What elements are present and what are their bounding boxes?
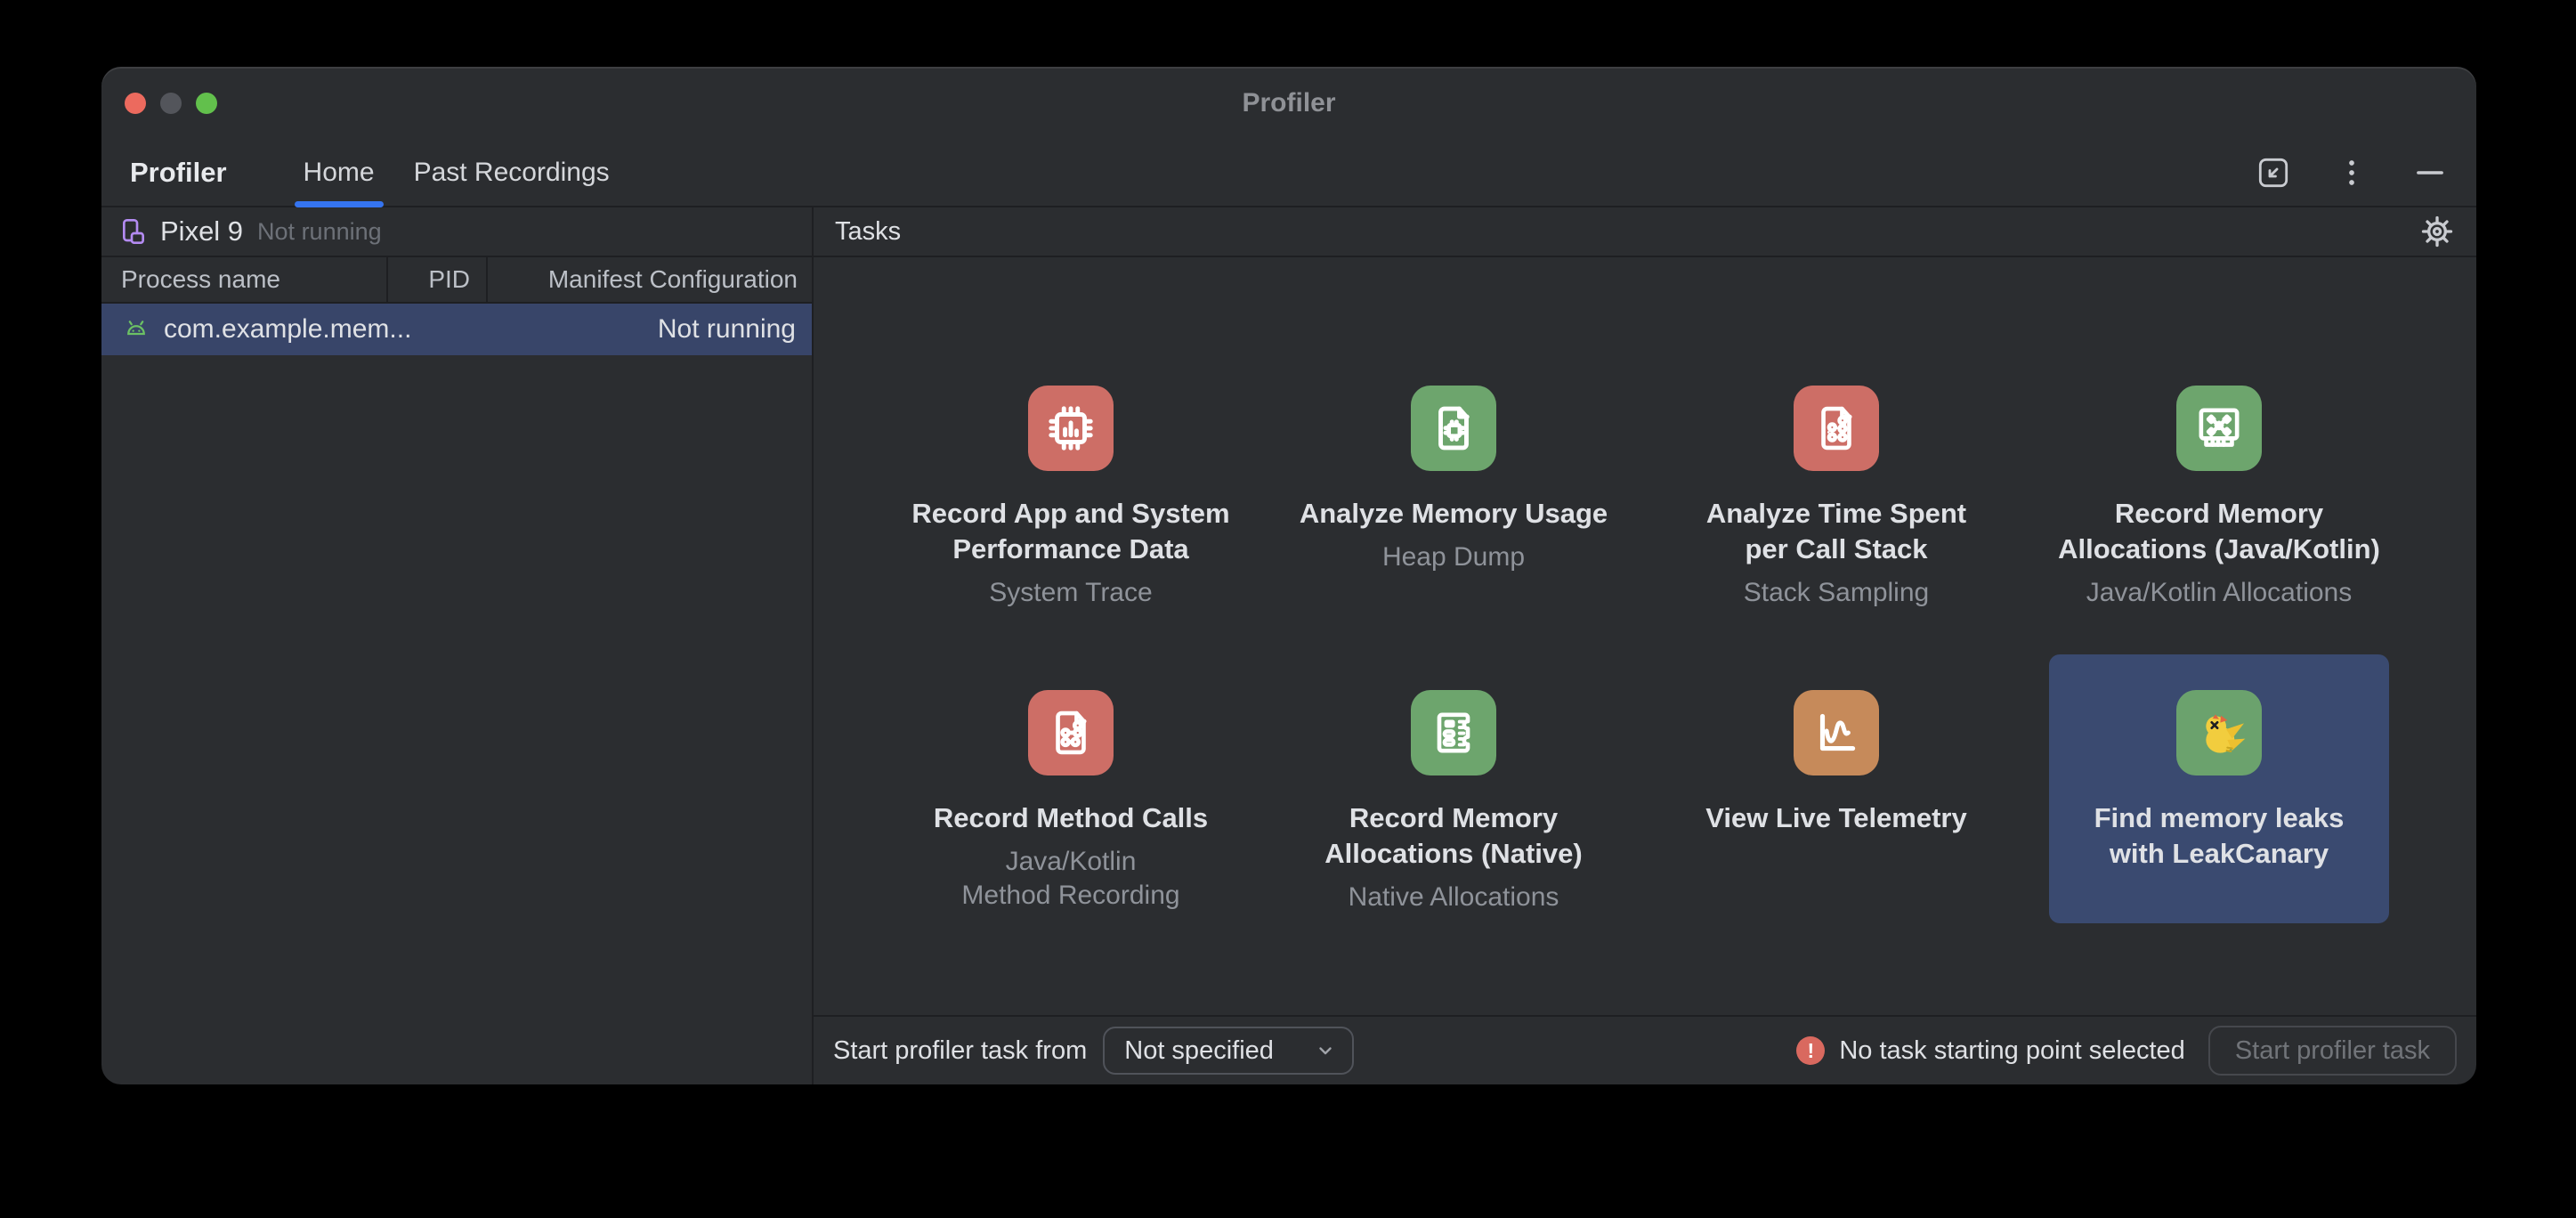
cpu-chip-chart-icon [1028, 386, 1114, 471]
start-profiler-task-button[interactable]: Start profiler task [2208, 1026, 2457, 1076]
starting-point-dropdown[interactable]: Not specified [1103, 1027, 1354, 1075]
more-options-icon[interactable] [2332, 153, 2371, 192]
task-subtitle: Native Allocations [1349, 881, 1559, 914]
task-title: Find memory leaks with LeakCanary [2049, 800, 2389, 872]
app-label: Profiler [130, 157, 227, 189]
task-card[interactable]: Record Memory Allocations (Java/Kotlin) J… [2049, 350, 2389, 619]
task-subtitle: Stack Sampling [1744, 576, 1929, 610]
task-card[interactable]: Analyze Time Spent per Call Stack Stack S… [1666, 350, 2006, 619]
device-name: Pixel 9 [160, 215, 243, 248]
memory-module-icon [2176, 386, 2262, 471]
task-subtitle: System Trace [989, 576, 1152, 610]
tab-home[interactable]: Home [284, 140, 394, 206]
task-title: Record Method Calls [934, 800, 1208, 836]
settings-gear-icon[interactable] [2419, 214, 2455, 249]
tasks-panel: Tasks Record App and System Performance … [814, 207, 2476, 1084]
task-subtitle: Java/Kotlin Allocations [2086, 576, 2353, 610]
task-title: Analyze Time Spent per Call Stack [1666, 496, 2006, 567]
process-status: Not running [658, 314, 796, 345]
dock-window-icon[interactable] [2254, 153, 2293, 192]
warning-icon: ! [1796, 1036, 1825, 1065]
device-phone-icon [119, 217, 148, 246]
profiler-window: Profiler Profiler Home Past Recordings [101, 67, 2476, 1084]
document-chip-icon [1411, 386, 1496, 471]
process-table-header: Process name PID Manifest Configuration [101, 257, 812, 304]
window-title: Profiler [101, 88, 2476, 118]
task-card[interactable]: Record Method Calls Java/Kotlin Method Re… [901, 654, 1241, 923]
process-row-selected[interactable]: com.example.mem... Not running [101, 304, 812, 355]
process-panel: Pixel 9 Not running Process name PID Man… [101, 207, 814, 1084]
task-card[interactable]: Analyze Memory Usage Heap Dump [1284, 350, 1624, 619]
hide-icon[interactable] [2410, 153, 2450, 192]
footer-bar: Start profiler task from Not specified !… [814, 1015, 2476, 1084]
task-card[interactable]: View Live Telemetry [1666, 654, 2006, 923]
task-card[interactable]: Record App and System Performance Data Sy… [901, 350, 1241, 619]
task-subtitle: Java/Kotlin Method Recording [911, 845, 1231, 913]
process-name: com.example.mem... [164, 314, 658, 345]
android-icon [123, 316, 150, 343]
task-title: Record App and System Performance Data [901, 496, 1241, 567]
task-title: View Live Telemetry [1705, 800, 1967, 836]
document-method-nodes-icon [1028, 690, 1114, 775]
document-callstack-icon [1794, 386, 1879, 471]
start-from-label: Start profiler task from [833, 1036, 1087, 1066]
column-header-pid[interactable]: PID [388, 257, 488, 302]
device-status: Not running [257, 218, 382, 246]
task-title: Analyze Memory Usage [1300, 496, 1608, 532]
tasks-header: Tasks [814, 207, 2476, 257]
warning-text: No task starting point selected [1839, 1036, 2184, 1066]
memory-native-icon [1411, 690, 1496, 775]
task-title: Record Memory Allocations (Java/Kotlin) [2049, 496, 2389, 567]
chevron-down-icon [1315, 1040, 1336, 1061]
column-header-process-name[interactable]: Process name [101, 257, 388, 302]
tasks-grid: Record App and System Performance Data Sy… [814, 257, 2476, 1015]
tabbar: Profiler Home Past Recordings [101, 140, 2476, 207]
device-row[interactable]: Pixel 9 Not running [101, 207, 812, 257]
task-title: Record Memory Allocations (Native) [1284, 800, 1624, 872]
task-card[interactable]: Find memory leaks with LeakCanary [2049, 654, 2389, 923]
tab-home-label: Home [304, 158, 375, 188]
tab-past-recordings[interactable]: Past Recordings [394, 140, 629, 206]
task-card[interactable]: Record Memory Allocations (Native) Native… [1284, 654, 1624, 923]
telemetry-chart-icon [1794, 690, 1879, 775]
tasks-title: Tasks [835, 217, 2419, 247]
tab-past-recordings-label: Past Recordings [414, 158, 610, 188]
dropdown-value: Not specified [1124, 1036, 1288, 1066]
task-subtitle: Heap Dump [1382, 540, 1525, 574]
column-header-manifest[interactable]: Manifest Configuration [488, 257, 812, 302]
titlebar: Profiler [101, 67, 2476, 140]
leakcanary-bird-icon [2176, 690, 2262, 775]
